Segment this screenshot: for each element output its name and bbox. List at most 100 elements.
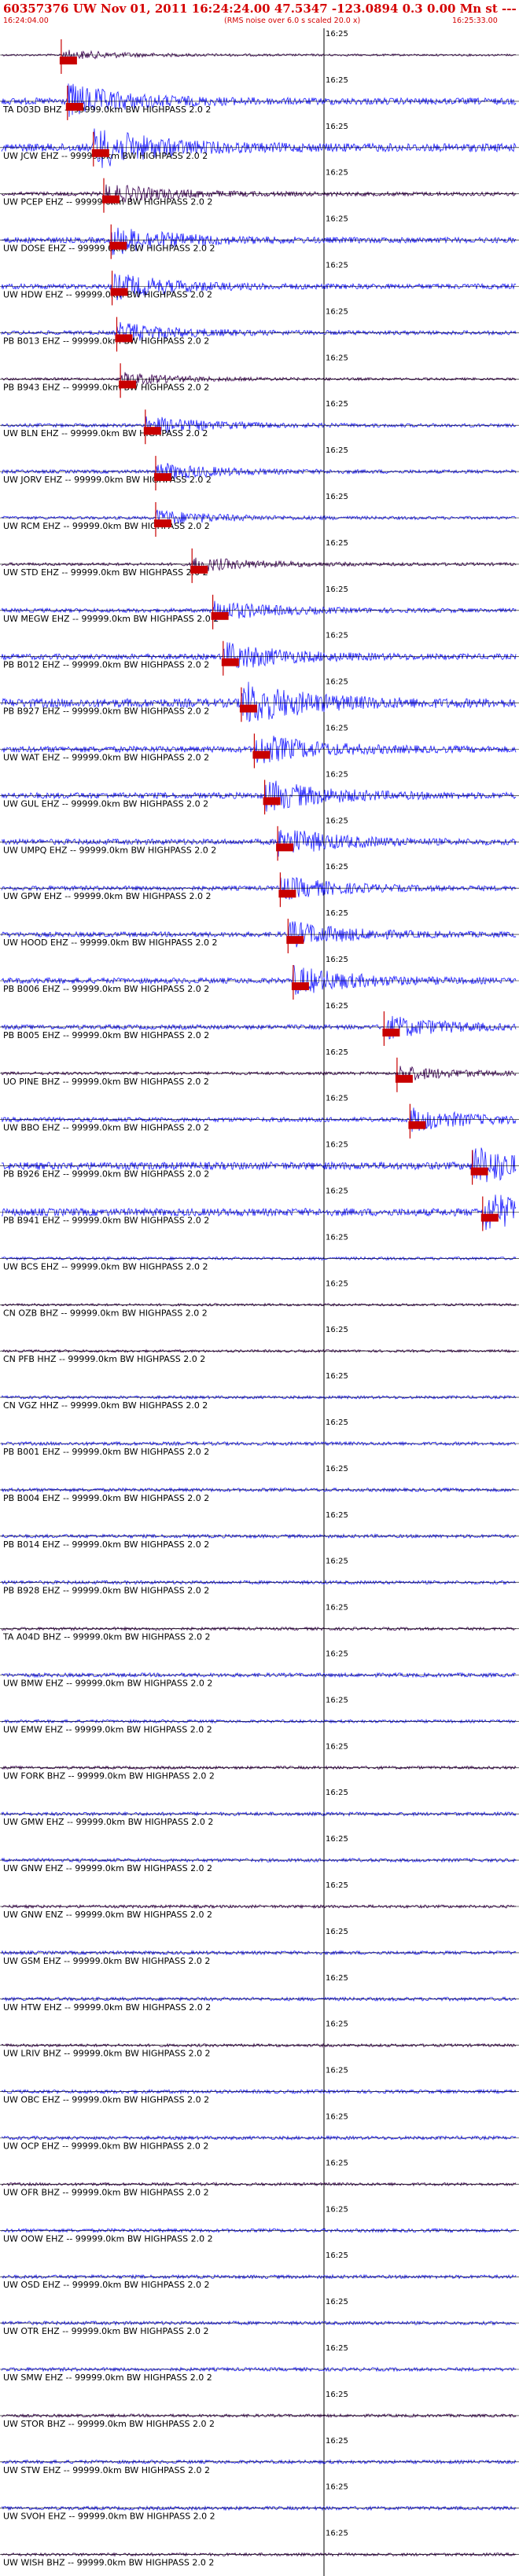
- pick-marker: [154, 519, 171, 527]
- station-label: UW WISH BHZ -- 99999.0km BW HIGHPASS 2.0…: [3, 2558, 214, 2568]
- station-label: UW SMW EHZ -- 99999.0km BW HIGHPASS 2.0 …: [3, 2372, 212, 2383]
- minute-label: 16:25: [326, 1789, 348, 1797]
- station-label: PB B006 EHZ -- 99999.0km BW HIGHPASS 2.0…: [3, 984, 209, 994]
- station-label: UW HDW EHZ -- 99999.0km BW HIGHPASS 2.0 …: [3, 290, 212, 300]
- station-label: UW WAT EHZ -- 99999.0km BW HIGHPASS 2.0 …: [3, 753, 209, 763]
- end-time-label: 16:25:33.00: [452, 17, 498, 25]
- trace-row: 16:25 UW GNW ENZ -- 99999.0km BW HIGHPASS…: [0, 1881, 519, 1920]
- minute-label: 16:25: [326, 2530, 348, 2538]
- trace-row: 16:25 PB B941 EHZ -- 99999.0km BW HIGHPAS…: [0, 1187, 519, 1231]
- pick-marker: [395, 1074, 413, 1083]
- trace-row: 16:25 PB B943 EHZ -- 99999.0km BW HIGHPAS…: [0, 354, 519, 398]
- station-label: UW OOW EHZ -- 99999.0km BW HIGHPASS 2.0 …: [3, 2233, 213, 2244]
- pick-marker: [190, 565, 208, 574]
- pick-marker: [470, 1167, 488, 1176]
- trace-row: 16:25 UW STW EHZ -- 99999.0km BW HIGHPASS…: [0, 2437, 519, 2475]
- trace-row: 16:25 PB B006 EHZ -- 99999.0km BW HIGHPAS…: [0, 956, 519, 1000]
- station-label: UW FORK BHZ -- 99999.0km BW HIGHPASS 2.0…: [3, 1771, 215, 1781]
- record-header: 60357376 UW Nov 01, 2011 16:24:24.00 47.…: [0, 0, 519, 28]
- station-label: UW OTR EHZ -- 99999.0km BW HIGHPASS 2.0 …: [3, 2326, 208, 2336]
- minute-label: 16:25: [326, 1048, 348, 1057]
- minute-label: 16:25: [326, 1002, 348, 1011]
- minute-label: 16:25: [326, 1511, 348, 1520]
- station-label: UW GSM EHZ -- 99999.0km BW HIGHPASS 2.0 …: [3, 1956, 210, 1966]
- station-label: UW BCS EHZ -- 99999.0km BW HIGHPASS 2.0 …: [3, 1261, 208, 1271]
- pick-marker: [252, 750, 271, 759]
- station-label: UW OBC EHZ -- 99999.0km BW HIGHPASS 2.0 …: [3, 2095, 209, 2105]
- pick-marker: [286, 936, 304, 945]
- minute-label: 16:25: [326, 1558, 348, 1566]
- trace-row: 16:25 UW BLN EHZ -- 99999.0km BW HIGHPASS…: [0, 400, 519, 445]
- minute-label: 16:25: [326, 632, 348, 640]
- trace-row: 16:25 UW GUL EHZ -- 99999.0km BW HIGHPASS…: [0, 770, 519, 815]
- minute-label: 16:25: [326, 2159, 348, 2167]
- station-label: PB B013 EHZ -- 99999.0km BW HIGHPASS 2.0…: [3, 336, 209, 346]
- minute-label: 16:25: [326, 909, 348, 918]
- station-label: TA A04D BHZ -- 99999.0km BW HIGHPASS 2.0…: [2, 1632, 210, 1642]
- trace-row: 16:25 UW OTR EHZ -- 99999.0km BW HIGHPASS…: [0, 2298, 519, 2336]
- trace-row: 16:25 PB B005 EHZ -- 99999.0km BW HIGHPAS…: [0, 1002, 519, 1046]
- minute-label: 16:25: [326, 493, 348, 501]
- station-label: PB B001 EHZ -- 99999.0km BW HIGHPASS 2.0…: [3, 1447, 209, 1457]
- pick-marker: [143, 427, 161, 435]
- minute-label: 16:25: [326, 307, 348, 316]
- pick-marker: [239, 704, 257, 713]
- minute-label: 16:25: [326, 678, 348, 687]
- waveform-line: [1, 128, 517, 168]
- start-time-label: 16:24:04.00: [3, 17, 49, 25]
- trace-row: 16:25 UW BCS EHZ -- 99999.0km BW HIGHPASS…: [0, 1233, 519, 1271]
- station-label: UW LRIV BHZ -- 99999.0km BW HIGHPASS 2.0…: [3, 2049, 211, 2059]
- station-label: UW MEGW EHZ -- 99999.0km BW HIGHPASS 2.0…: [3, 614, 219, 624]
- minute-label: 16:25: [326, 1418, 348, 1427]
- minute-label: 16:25: [326, 1095, 348, 1103]
- station-label: PB B012 EHZ -- 99999.0km BW HIGHPASS 2.0…: [3, 660, 209, 670]
- station-label: UW BMW EHZ -- 99999.0km BW HIGHPASS 2.0 …: [3, 1679, 212, 1689]
- station-label: UW OSD EHZ -- 99999.0km BW HIGHPASS 2.0 …: [3, 2280, 210, 2290]
- trace-row: 16:25 UW GNW EHZ -- 99999.0km BW HIGHPASS…: [0, 1835, 519, 1873]
- station-label: CN OZB BHZ -- 99999.0km BW HIGHPASS 2.0 …: [3, 1308, 208, 1318]
- minute-label: 16:25: [326, 1650, 348, 1659]
- station-label: PB B941 EHZ -- 99999.0km BW HIGHPASS 2.0…: [3, 1216, 209, 1226]
- trace-row: 16:25 UW FORK BHZ -- 99999.0km BW HIGHPAS…: [0, 1742, 519, 1781]
- trace-row: 16:25 UW RCM EHZ -- 99999.0km BW HIGHPASS…: [0, 493, 519, 537]
- trace-row: 16:25UW JCW EHZ -- 99999.0km BW HIGHPASS…: [0, 123, 519, 168]
- trace-row: 16:25 UW GMW EHZ -- 99999.0km BW HIGHPASS…: [0, 1789, 519, 1827]
- station-label: UW JORV EHZ -- 99999.0km BW HIGHPASS 2.0…: [3, 475, 212, 485]
- trace-row: 16:25 UW OFR BHZ -- 99999.0km BW HIGHPASS…: [0, 2159, 519, 2197]
- minute-label: 16:25: [326, 2205, 348, 2214]
- minute-label: 16:25: [326, 400, 348, 409]
- station-label: UW GMW EHZ -- 99999.0km BW HIGHPASS 2.0 …: [3, 1817, 213, 1827]
- pick-marker: [276, 843, 294, 852]
- station-label: UW GNW EHZ -- 99999.0km BW HIGHPASS 2.0 …: [3, 1863, 212, 1873]
- trace-row: 16:25 UW GSM EHZ -- 99999.0km BW HIGHPASS…: [0, 1928, 519, 1966]
- pick-marker: [110, 288, 128, 296]
- minute-label: 16:25: [326, 354, 348, 362]
- minute-label: 16:25: [326, 262, 348, 270]
- trace-row: 16:25 PB B013 EHZ -- 99999.0km BW HIGHPAS…: [0, 307, 519, 352]
- trace-row: 16:25 UW WISH BHZ -- 99999.0km BW HIGHPAS…: [0, 2530, 519, 2568]
- station-label: UW SVOH EHZ -- 99999.0km BW HIGHPASS 2.0…: [3, 2512, 215, 2522]
- minute-label: 16:25: [326, 816, 348, 825]
- station-label: PB B005 EHZ -- 99999.0km BW HIGHPASS 2.0…: [3, 1030, 209, 1040]
- minute-label: 16:25: [326, 169, 348, 178]
- trace-row: 16:25 UO PINE BHZ -- 99999.0km BW HIGHPAS…: [0, 1048, 519, 1092]
- pick-marker: [119, 380, 137, 389]
- minute-label: 16:25: [326, 1974, 348, 1983]
- minute-label: 16:25: [326, 123, 348, 131]
- pick-marker: [480, 1213, 499, 1222]
- pick-marker: [154, 473, 171, 482]
- pick-marker: [408, 1121, 426, 1129]
- minute-label: 16:25: [326, 585, 348, 594]
- minute-label: 16:25: [326, 1326, 348, 1334]
- station-label: UW HOOD EHZ -- 99999.0km BW HIGHPASS 2.0…: [3, 938, 217, 948]
- minute-label: 16:25: [326, 2251, 348, 2260]
- trace-row: 16:25 UW HTW EHZ -- 99999.0km BW HIGHPASS…: [0, 1974, 519, 2013]
- station-label: UW OCP EHZ -- 99999.0km BW HIGHPASS 2.0 …: [3, 2141, 208, 2152]
- trace-row: 16:25 PB B001 EHZ -- 99999.0km BW HIGHPAS…: [0, 1418, 519, 1457]
- minute-label: 16:25: [326, 1835, 348, 1844]
- pick-marker: [211, 611, 229, 620]
- minute-label: 16:25: [326, 2437, 348, 2446]
- pick-marker: [291, 982, 309, 990]
- minute-label: 16:25: [326, 76, 348, 85]
- minute-label: 16:25: [326, 215, 348, 224]
